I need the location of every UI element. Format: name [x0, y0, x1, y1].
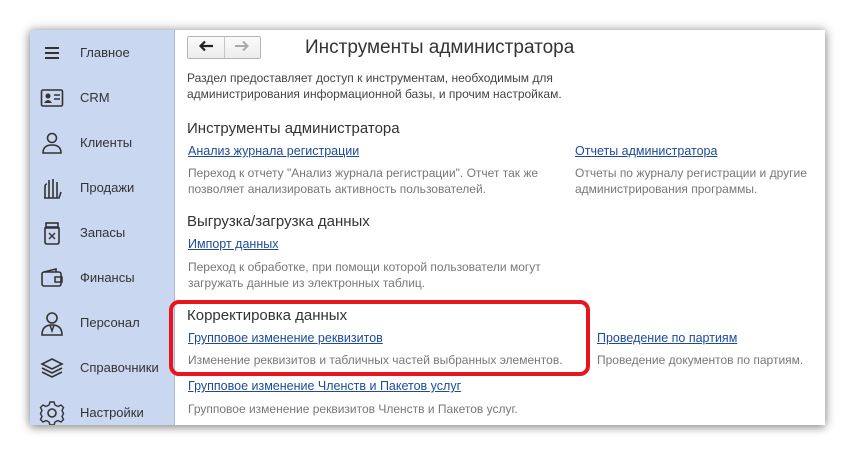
section-title-admin-tools: Инструменты администратора [187, 120, 400, 137]
sidebar-item-crm[interactable]: CRM [30, 75, 175, 120]
import-data-desc: Переход к обработке, при помощи которой … [188, 260, 541, 290]
jar-icon [39, 220, 65, 246]
sidebar-item-sales[interactable]: Продажи [30, 165, 175, 210]
sidebar-item-label: Персонал [80, 315, 140, 330]
main-panel: Инструменты администратора Раздел предос… [169, 30, 825, 425]
menu-lines-icon [39, 40, 65, 66]
journal-analysis-desc: Переход к отчету "Анализ журнала регистр… [188, 166, 539, 196]
arrow-right-icon [234, 39, 250, 57]
sidebar-item-label: Запасы [80, 225, 126, 240]
sidebar: Главное CRM Клиенты Продажи Запасы Финан… [30, 30, 175, 425]
sidebar-item-label: Финансы [80, 270, 135, 285]
layers-icon [39, 355, 65, 381]
section-title-import: Выгрузка/загрузка данных [187, 213, 370, 230]
sidebar-item-main[interactable]: Главное [30, 30, 175, 75]
sidebar-item-stock[interactable]: Запасы [30, 210, 175, 255]
sidebar-item-label: Продажи [80, 180, 135, 195]
arrow-left-icon [198, 39, 214, 57]
sidebar-item-finance[interactable]: Финансы [30, 255, 175, 300]
forward-button[interactable] [223, 37, 260, 58]
sidebar-item-label: CRM [80, 90, 110, 105]
contact-card-icon [39, 85, 65, 111]
admin-reports-desc: Отчеты по журналу регистрации и другие а… [575, 166, 807, 196]
batch-posting-desc: Проведение документов по партиям. [597, 353, 804, 367]
sidebar-item-label: Справочники [80, 360, 159, 375]
intro-text: Раздел предоставляет доступ к инструмент… [187, 71, 562, 101]
hand-icon [39, 175, 65, 201]
sidebar-item-label: Клиенты [80, 135, 133, 150]
sidebar-item-settings[interactable]: Настройки [30, 390, 175, 425]
sidebar-item-clients[interactable]: Клиенты [30, 120, 175, 165]
import-data-link[interactable]: Импорт данных [188, 237, 278, 251]
app-window: Главное CRM Клиенты Продажи Запасы Финан… [30, 30, 825, 425]
person-icon [39, 130, 65, 156]
sidebar-item-label: Главное [80, 45, 130, 60]
back-button[interactable] [188, 37, 224, 58]
batch-posting-link[interactable]: Проведение по партиям [597, 331, 737, 345]
wallet-icon [39, 265, 65, 291]
group-change-memberships-link[interactable]: Групповое изменение Членств и Пакетов ус… [188, 379, 461, 393]
admin-reports-link[interactable]: Отчеты администратора [575, 144, 717, 158]
group-change-memberships-desc: Групповое изменение реквизитов Членств и… [188, 402, 518, 416]
journal-analysis-link[interactable]: Анализ журнала регистрации [188, 144, 359, 158]
employee-icon [39, 310, 65, 336]
sidebar-item-label: Настройки [80, 405, 144, 420]
sidebar-item-references[interactable]: Справочники [30, 345, 175, 390]
history-nav [187, 36, 261, 59]
gear-icon [39, 400, 65, 425]
page-title: Инструменты администратора [305, 37, 575, 58]
sidebar-item-personnel[interactable]: Персонал [30, 300, 175, 345]
highlight-frame [169, 300, 590, 376]
